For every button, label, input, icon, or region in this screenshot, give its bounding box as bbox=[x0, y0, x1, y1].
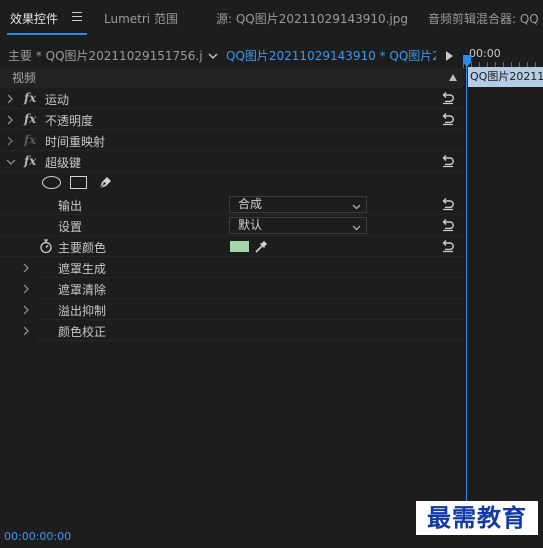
sequence-clip-label[interactable]: QQ图片20211029143910 * QQ图片2... bbox=[226, 45, 436, 67]
group-label: 遮罩生成 bbox=[58, 262, 107, 276]
reset-icon[interactable] bbox=[441, 112, 455, 126]
tab-audio-clip-mixer[interactable]: 音频剪辑混合器: QQ bbox=[428, 10, 539, 27]
clip-selector-bar: 主要 * QQ图片20211029151756.jpg QQ图片20211029… bbox=[0, 45, 463, 67]
collapse-icon[interactable] bbox=[449, 74, 457, 81]
play-icon[interactable] bbox=[446, 51, 453, 61]
group-label: 颜色校正 bbox=[58, 325, 107, 339]
param-label-setting: 设置 bbox=[58, 220, 83, 234]
group-label: 溢出抑制 bbox=[58, 304, 107, 318]
effect-label: 运动 bbox=[45, 93, 70, 107]
chevron-down-icon bbox=[352, 221, 361, 231]
param-row-output: 输出 合成 bbox=[0, 194, 463, 215]
chevron-right-icon[interactable] bbox=[6, 93, 14, 104]
fx-icon[interactable]: fx bbox=[24, 91, 36, 105]
ellipse-mask-icon[interactable] bbox=[42, 176, 61, 189]
group-row-matte-generation[interactable]: 遮罩生成 bbox=[23, 257, 463, 278]
section-video: 视频 bbox=[0, 68, 463, 88]
fx-icon: fx bbox=[24, 133, 37, 147]
pen-mask-icon[interactable] bbox=[97, 174, 114, 191]
reset-icon[interactable] bbox=[441, 154, 455, 168]
reset-icon[interactable] bbox=[441, 218, 455, 232]
active-tab-indicator bbox=[7, 33, 87, 35]
eyedropper-icon[interactable] bbox=[254, 239, 269, 254]
setting-value: 默认 bbox=[238, 218, 263, 232]
panel-tab-bar: 效果控件 Lumetri 范围 源: QQ图片20211029143910.jp… bbox=[0, 0, 543, 36]
section-label: 视频 bbox=[12, 71, 37, 85]
param-row-key-color: 主要颜色 bbox=[0, 236, 463, 257]
tab-source[interactable]: 源: QQ图片20211029143910.jpg bbox=[216, 10, 408, 27]
playhead-line[interactable] bbox=[466, 66, 467, 528]
chevron-right-icon[interactable] bbox=[6, 114, 14, 125]
chevron-right-icon[interactable] bbox=[22, 262, 30, 273]
group-row-spill-suppression[interactable]: 溢出抑制 bbox=[23, 299, 463, 320]
chevron-down-icon bbox=[352, 200, 361, 210]
tab-lumetri-scopes[interactable]: Lumetri 范围 bbox=[104, 10, 178, 27]
chevron-right-icon[interactable] bbox=[22, 304, 30, 315]
chevron-down-icon[interactable] bbox=[204, 45, 222, 67]
effect-label: 时间重映射 bbox=[45, 135, 106, 149]
param-label-output: 输出 bbox=[58, 199, 83, 213]
param-row-setting: 设置 默认 bbox=[0, 215, 463, 236]
effect-label: 超级键 bbox=[45, 156, 82, 170]
effect-row-motion[interactable]: fx 运动 bbox=[0, 88, 463, 109]
fx-icon[interactable]: fx bbox=[24, 154, 36, 168]
timeline-start-time: 00:00 bbox=[469, 47, 501, 60]
group-label: 遮罩清除 bbox=[58, 283, 107, 297]
chevron-right-icon[interactable] bbox=[22, 325, 30, 336]
output-dropdown[interactable]: 合成 bbox=[229, 196, 367, 213]
param-label-key-color: 主要颜色 bbox=[58, 241, 107, 255]
reset-icon[interactable] bbox=[441, 91, 455, 105]
output-value: 合成 bbox=[238, 197, 263, 211]
setting-dropdown[interactable]: 默认 bbox=[229, 217, 367, 234]
chevron-right-icon[interactable] bbox=[22, 283, 30, 294]
chevron-right-icon[interactable] bbox=[6, 135, 14, 146]
timeline-ruler[interactable]: 00:00 bbox=[463, 45, 543, 69]
chevron-down-icon[interactable] bbox=[6, 156, 16, 166]
timeline-clip[interactable]: QQ图片20211 bbox=[468, 67, 543, 87]
stopwatch-icon[interactable] bbox=[39, 239, 53, 254]
panel-menu-icon[interactable] bbox=[72, 12, 82, 22]
reset-icon[interactable] bbox=[441, 197, 455, 211]
current-timecode[interactable]: 00:00:00:00 bbox=[4, 530, 71, 543]
effect-row-opacity[interactable]: fx 不透明度 bbox=[0, 109, 463, 130]
effect-controls-panel: 视频 fx 运动 fx 不透明度 fx 时间重映射 fx 超级键 输出 合成 设… bbox=[0, 68, 463, 341]
effect-label: 不透明度 bbox=[45, 114, 94, 128]
rectangle-mask-icon[interactable] bbox=[70, 176, 87, 189]
group-row-matte-cleanup[interactable]: 遮罩清除 bbox=[23, 278, 463, 299]
effect-row-ultra-key[interactable]: fx 超级键 bbox=[0, 151, 463, 172]
master-clip-label[interactable]: 主要 * QQ图片20211029151756.jpg bbox=[0, 45, 203, 67]
group-row-color-correction[interactable]: 颜色校正 bbox=[23, 320, 463, 341]
fx-icon[interactable]: fx bbox=[24, 112, 36, 126]
key-color-swatch[interactable] bbox=[230, 241, 249, 252]
effect-row-time-remapping[interactable]: fx 时间重映射 bbox=[0, 130, 463, 151]
tab-effect-controls[interactable]: 效果控件 bbox=[10, 10, 58, 27]
reset-icon[interactable] bbox=[441, 239, 455, 253]
watermark-logo: 最需教育 bbox=[416, 501, 538, 535]
mask-tools-row bbox=[0, 172, 463, 194]
